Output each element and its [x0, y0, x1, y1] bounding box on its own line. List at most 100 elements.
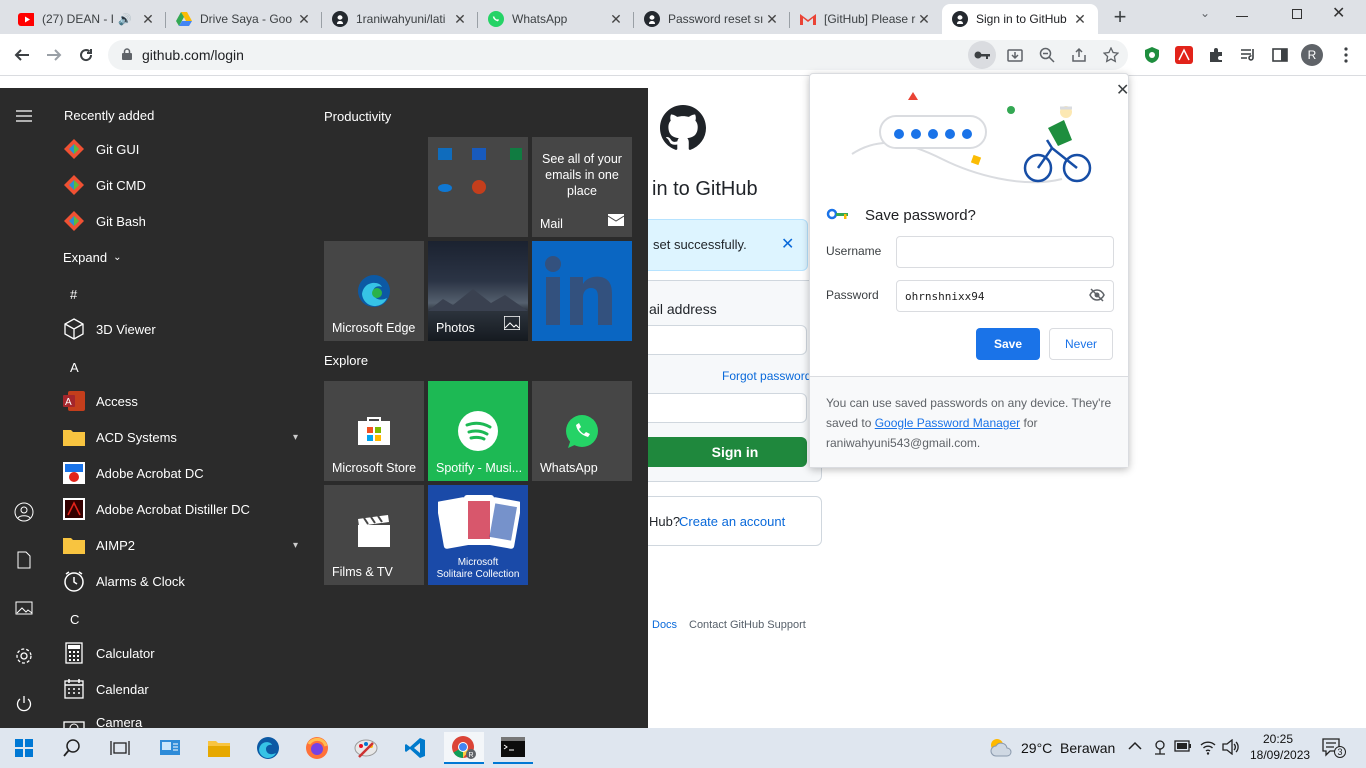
new-tab-button[interactable]: +	[1108, 4, 1132, 30]
windows-start-button[interactable]	[4, 732, 44, 764]
adblock-extension-icon[interactable]	[1138, 41, 1166, 69]
notification-center-icon[interactable]: 3	[1322, 738, 1346, 761]
password-value-field[interactable]: ohrnshnixx94	[896, 280, 1114, 312]
close-window-button[interactable]: ✕	[1332, 3, 1345, 23]
app-calendar[interactable]: Calendar	[62, 671, 302, 707]
zoom-icon[interactable]	[1033, 41, 1061, 69]
settings-gear-icon[interactable]	[12, 644, 36, 668]
close-dialog-icon[interactable]: ✕	[1116, 80, 1129, 100]
app-acrobat-distiller[interactable]: Adobe Acrobat Distiller DC	[62, 491, 302, 527]
back-button[interactable]	[8, 41, 36, 69]
never-button[interactable]: Never	[1049, 328, 1113, 360]
tile-edge[interactable]: Microsoft Edge	[324, 241, 424, 341]
app-alarms-clock[interactable]: Alarms & Clock	[62, 563, 302, 599]
reload-button[interactable]	[72, 41, 100, 69]
app-acd-systems[interactable]: ACD Systems ▾	[62, 419, 302, 455]
vscode-icon[interactable]	[395, 732, 435, 764]
wifi-icon[interactable]	[1199, 739, 1217, 758]
battery-icon[interactable]	[1174, 740, 1192, 755]
close-tab-icon[interactable]: ✕	[296, 11, 312, 28]
speaker-icon[interactable]: 🔊	[118, 13, 132, 26]
task-view-icon[interactable]	[100, 732, 140, 764]
tab-github-repo[interactable]: 1raniwahyuni/lati ✕	[322, 4, 478, 34]
letter-header-c[interactable]: C	[62, 601, 92, 637]
paint-icon[interactable]	[346, 732, 386, 764]
clock[interactable]: 20:25 18/09/2023	[1250, 731, 1310, 763]
weather-text[interactable]: 29°C Berawan	[1021, 740, 1115, 756]
footer-support-link[interactable]: Contact GitHub Support	[689, 619, 806, 631]
close-tab-icon[interactable]: ✕	[916, 11, 932, 28]
tab-gmail[interactable]: [GitHub] Please r ✕	[790, 4, 942, 34]
app-adobe-acrobat-dc[interactable]: Adobe Acrobat DC	[62, 455, 302, 491]
close-tab-icon[interactable]: ✕	[764, 11, 780, 28]
password-manager-link[interactable]: Google Password Manager	[875, 416, 1020, 430]
app-calculator[interactable]: Calculator	[62, 635, 302, 671]
install-app-icon[interactable]	[1001, 41, 1029, 69]
search-icon[interactable]	[52, 732, 92, 764]
tile-spotify[interactable]: Spotify - Musi...	[428, 381, 528, 481]
minimize-button[interactable]	[1236, 16, 1248, 17]
letter-header-a[interactable]: A	[62, 349, 92, 385]
show-hidden-icons-icon[interactable]	[1128, 739, 1142, 753]
username-field[interactable]	[896, 236, 1114, 268]
weather-icon[interactable]	[988, 736, 1014, 761]
create-account-link[interactable]: Create an account	[679, 514, 785, 529]
tile-solitaire[interactable]: Microsoft Solitaire Collection	[428, 485, 528, 585]
tab-github-login[interactable]: Sign in to GitHub ✕	[942, 4, 1098, 34]
app-aimp2[interactable]: AIMP2 ▾	[62, 527, 302, 563]
forward-button[interactable]	[40, 41, 68, 69]
tile-office[interactable]	[428, 137, 528, 237]
tab-search-icon[interactable]: ⌄	[1194, 6, 1216, 26]
tab-drive[interactable]: Drive Saya - Goo ✕	[166, 4, 322, 34]
share-icon[interactable]	[1065, 41, 1093, 69]
hamburger-menu-icon[interactable]	[12, 104, 36, 128]
profile-avatar[interactable]: R	[1298, 41, 1326, 69]
documents-icon[interactable]	[12, 548, 36, 572]
sign-in-button[interactable]: Sign in	[637, 437, 807, 467]
url-text[interactable]: github.com/login	[142, 47, 244, 63]
expand-button[interactable]: Expand ⌄	[63, 250, 121, 265]
close-tab-icon[interactable]: ✕	[452, 11, 468, 28]
password-field[interactable]	[637, 393, 807, 423]
meet-now-icon[interactable]	[1152, 739, 1168, 758]
chrome-taskbar-button[interactable]: R	[444, 732, 484, 764]
close-tab-icon[interactable]: ✕	[608, 11, 624, 28]
lock-icon[interactable]	[122, 47, 132, 63]
power-icon[interactable]	[12, 692, 36, 716]
app-access[interactable]: A Access	[62, 383, 302, 419]
footer-docs-link[interactable]: Docs	[652, 619, 677, 631]
pictures-icon[interactable]	[12, 596, 36, 620]
control-panel-icon[interactable]	[150, 732, 190, 764]
edge-icon[interactable]	[248, 732, 288, 764]
tile-whatsapp[interactable]: WhatsApp	[532, 381, 632, 481]
close-tab-icon[interactable]: ✕	[140, 11, 156, 28]
close-tab-icon[interactable]: ✕	[1072, 11, 1088, 28]
toggle-visibility-icon[interactable]	[1089, 288, 1105, 305]
close-flash-icon[interactable]: ✕	[781, 234, 794, 254]
terminal-icon[interactable]	[493, 732, 533, 764]
tile-photos[interactable]: Photos	[428, 241, 528, 341]
acrobat-extension-icon[interactable]	[1170, 41, 1198, 69]
tab-youtube[interactable]: (27) DEAN - I 🔊 ✕	[8, 4, 166, 34]
user-account-icon[interactable]	[12, 500, 36, 524]
extensions-puzzle-icon[interactable]	[1202, 41, 1230, 69]
app-camera[interactable]: Camera	[62, 707, 302, 728]
side-panel-icon[interactable]	[1266, 41, 1294, 69]
media-control-icon[interactable]	[1234, 41, 1262, 69]
bookmark-star-icon[interactable]	[1097, 41, 1125, 69]
github-logo-icon[interactable]	[660, 105, 706, 154]
tile-films-tv[interactable]: Films & TV	[324, 485, 424, 585]
letter-header-hash[interactable]: #	[62, 276, 92, 312]
forgot-password-link[interactable]: Forgot password?	[722, 369, 818, 383]
save-button[interactable]: Save	[976, 328, 1040, 360]
key-icon[interactable]	[968, 41, 996, 69]
tile-microsoft-store[interactable]: Microsoft Store	[324, 381, 424, 481]
app-git-cmd[interactable]: Git CMD	[62, 167, 302, 203]
tile-linkedin[interactable]	[532, 241, 632, 341]
volume-icon[interactable]	[1222, 738, 1240, 758]
app-git-bash[interactable]: Git Bash	[62, 203, 302, 239]
more-menu-icon[interactable]	[1332, 41, 1360, 69]
app-3d-viewer[interactable]: 3D Viewer	[62, 311, 302, 347]
tab-password-reset[interactable]: Password reset sı ✕	[634, 4, 790, 34]
restore-button[interactable]	[1292, 9, 1302, 19]
